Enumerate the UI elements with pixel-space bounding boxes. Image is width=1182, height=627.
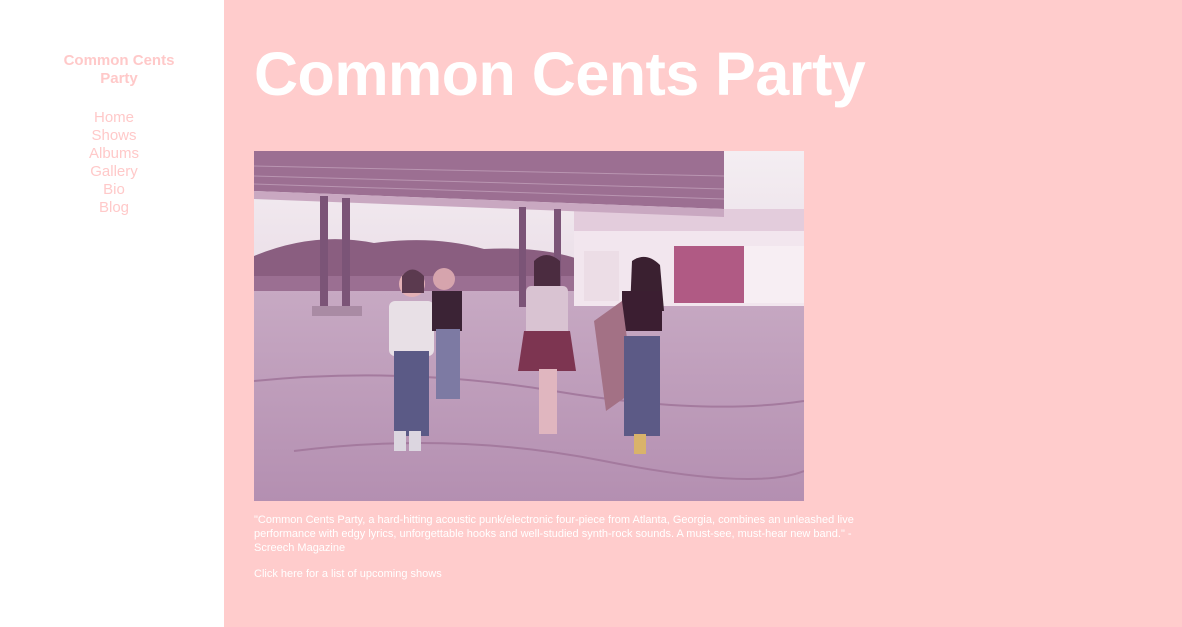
upcoming-shows-link[interactable]: Click here for a list of upcoming shows: [254, 567, 442, 581]
nav-item-shows[interactable]: Shows: [0, 127, 228, 145]
nav-item-bio[interactable]: Bio: [0, 181, 228, 199]
main-content: Common Cents Party "Common Cents Party, …: [224, 0, 1182, 627]
page-title: Common Cents Party: [254, 40, 866, 108]
nav-item-blog[interactable]: Blog: [0, 199, 228, 217]
sidebar-nav: Home Shows Albums Gallery Bio Blog: [0, 109, 228, 217]
sidebar: Common Cents Party Home Shows Albums Gal…: [0, 0, 224, 627]
band-photo: [254, 151, 804, 501]
sidebar-brand[interactable]: Common Cents Party: [0, 52, 238, 88]
nav-item-albums[interactable]: Albums: [0, 145, 228, 163]
nav-item-gallery[interactable]: Gallery: [0, 163, 228, 181]
press-quote: "Common Cents Party, a hard-hitting acou…: [254, 514, 854, 554]
nav-item-home[interactable]: Home: [0, 109, 228, 127]
